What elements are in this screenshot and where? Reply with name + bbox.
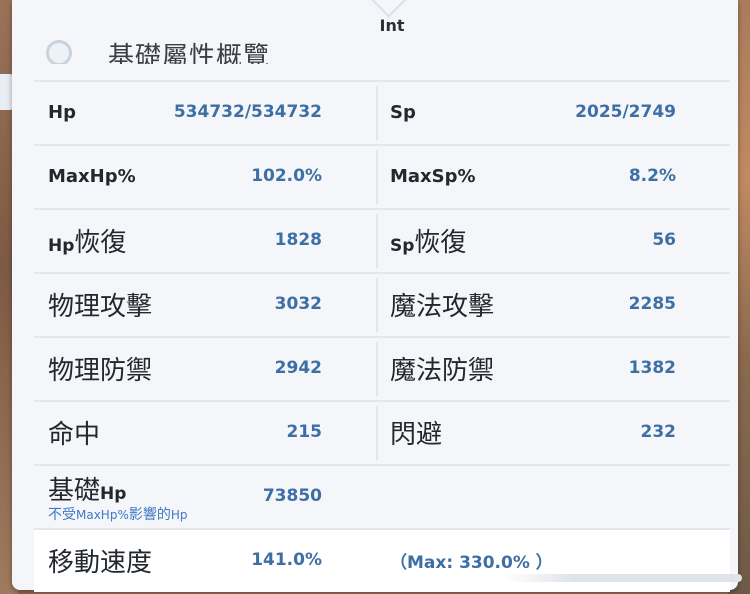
stat-label: 物理防禦 (48, 355, 153, 386)
sublabel-cn-1: 不受 (48, 507, 76, 523)
stats-row: Hp恢復 1828 Sp恢復 56 (34, 208, 730, 272)
stat-label: MaxSp% (390, 165, 476, 187)
stat-value: 2025/2749 (575, 102, 676, 122)
stat-label: 物理攻擊 (48, 291, 153, 322)
sublabel-en-1: MaxHp% (76, 508, 129, 522)
stat-value: 141.0% (251, 550, 322, 570)
stats-row: 物理攻擊 3032 魔法攻擊 2285 (34, 272, 730, 336)
stat-value: 2285 (628, 294, 676, 314)
stat-label: 魔法防禦 (390, 355, 495, 386)
stat-label: 命中 (48, 419, 101, 450)
stat-hp: Hp 534732/534732 (34, 82, 376, 142)
stat-magic-atk: 魔法攻擊 2285 (376, 274, 730, 334)
stat-phys-atk: 物理攻擊 3032 (34, 274, 376, 334)
stat-label-cn: 基礎 (48, 476, 101, 506)
tab-int[interactable]: Int (340, 0, 444, 40)
stat-value: 534732/534732 (173, 102, 322, 122)
stat-label-en: Hp (48, 235, 75, 256)
stat-hp-regen: Hp恢復 1828 (34, 210, 376, 270)
stat-label-en: Hp (100, 484, 127, 504)
stat-sp-regen: Sp恢復 56 (376, 210, 730, 270)
stat-value: 3032 (274, 294, 322, 314)
stat-label: 閃避 (390, 419, 443, 450)
stat-label: Sp (390, 101, 416, 123)
chevron-up-icon (370, 0, 416, 18)
stat-label: 移動速度 (48, 547, 153, 578)
stat-sublabel: 不受MaxHp%影響的Hp (48, 504, 188, 524)
stats-row: 物理防禦 2942 魔法防禦 1382 (34, 336, 730, 400)
stat-move-speed: 移動速度 141.0% (34, 530, 376, 590)
stat-label-cn: 恢復 (414, 227, 467, 258)
stat-value: 215 (286, 422, 323, 442)
stats-row: 移動速度 141.0% （Max: 330.0% ） (34, 528, 730, 592)
stat-label: Hp (48, 101, 76, 123)
stats-row: 命中 215 閃避 232 (34, 400, 730, 464)
stat-phys-def: 物理防禦 2942 (34, 338, 376, 398)
scroll-indicator[interactable] (502, 574, 742, 582)
stats-row: 基礎Hp 不受MaxHp%影響的Hp 73850 (34, 464, 730, 528)
section-header: 基礎屬性概覽 (38, 34, 338, 64)
sublabel-cn-2: 影響的 (128, 507, 171, 523)
stat-maxsp-pct: MaxSp% 8.2% (376, 146, 730, 206)
stat-label: 魔法攻擊 (390, 291, 495, 322)
stat-value: 8.2% (628, 166, 676, 186)
stats-grid: Hp 534732/534732 Sp 2025/2749 MaxHp% 102… (34, 80, 730, 592)
stat-hit: 命中 215 (34, 402, 376, 462)
stat-label-cn: 恢復 (74, 227, 127, 258)
stat-label: Sp恢復 (390, 222, 466, 259)
max-note: （Max: 330.0% ） (390, 552, 553, 573)
stat-value: 1828 (274, 230, 322, 250)
stat-magic-def: 魔法防禦 1382 (376, 338, 730, 398)
stat-value: 56 (652, 230, 676, 250)
section-icon (46, 40, 72, 64)
stats-panel: Int 基礎屬性概覽 Hp 534732/534732 Sp 2025/2749… (12, 0, 742, 592)
stats-row: MaxHp% 102.0% MaxSp% 8.2% (34, 144, 730, 208)
stat-value: 232 (640, 422, 677, 442)
section-title: 基礎屬性概覽 (108, 42, 271, 64)
stat-dodge: 閃避 232 (376, 402, 730, 462)
tab-int-label: Int (379, 16, 405, 35)
stat-value: 2942 (274, 358, 322, 378)
stat-base-hp: 基礎Hp 不受MaxHp%影響的Hp 73850 (34, 466, 376, 526)
stat-value: 73850 (262, 486, 322, 506)
stat-label-en: Sp (390, 235, 415, 256)
sublabel-en-2: Hp (170, 508, 188, 522)
stat-maxhp-pct: MaxHp% 102.0% (34, 146, 376, 206)
stat-label: MaxHp% (48, 165, 136, 187)
stat-sp: Sp 2025/2749 (376, 82, 730, 142)
stat-label: Hp恢復 (48, 222, 126, 259)
stat-value: 102.0% (251, 166, 322, 186)
stats-row: Hp 534732/534732 Sp 2025/2749 (34, 80, 730, 144)
stat-value: 1382 (628, 358, 676, 378)
stat-label: 基礎Hp (48, 470, 126, 507)
